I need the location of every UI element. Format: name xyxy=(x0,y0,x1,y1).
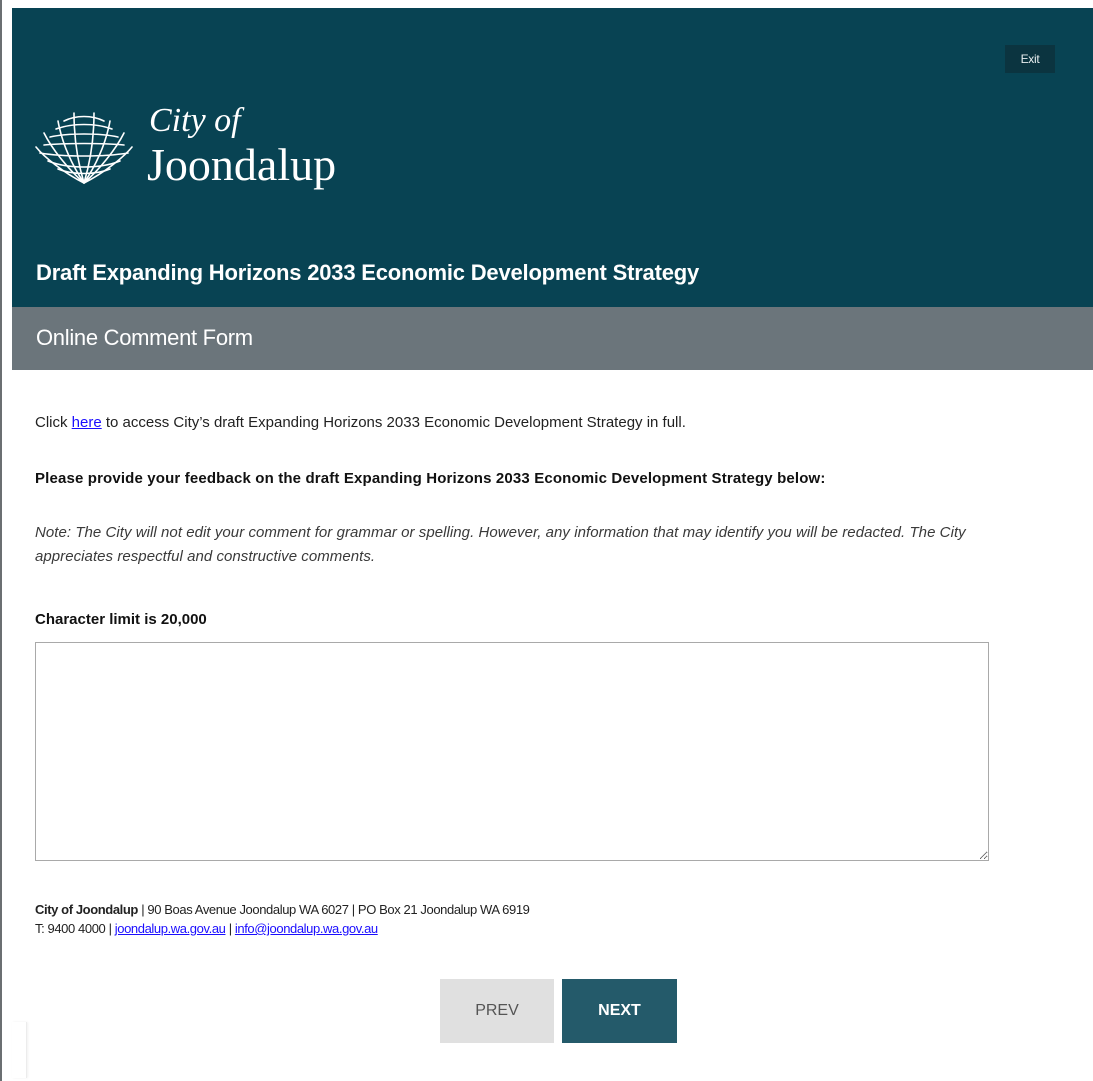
footer-separator: | xyxy=(225,921,235,936)
logo-text-city-of: City of xyxy=(149,102,241,139)
footer-address-line: City of Joondalup | 90 Boas Avenue Joond… xyxy=(35,900,530,919)
header: Exit City of Joondalup Draft Expanding H… xyxy=(12,8,1093,307)
strategy-document-link[interactable]: here xyxy=(72,414,102,431)
page: Exit City of Joondalup Draft Expanding H… xyxy=(0,0,1093,1081)
intro-text: Click here to access City’s draft Expand… xyxy=(35,414,686,431)
footer-contact-line: T: 9400 4000 | joondalup.wa.gov.au | inf… xyxy=(35,919,530,938)
intro-prefix: Click xyxy=(35,414,72,431)
prev-button[interactable]: PREV xyxy=(440,979,554,1043)
comment-textarea[interactable] xyxy=(35,642,989,861)
intro-suffix: to access City’s draft Expanding Horizon… xyxy=(101,414,686,431)
feedback-question: Please provide your feedback on the draf… xyxy=(35,470,826,487)
footer: City of Joondalup | 90 Boas Avenue Joond… xyxy=(35,900,530,938)
footer-phone: T: 9400 4000 | xyxy=(35,921,115,936)
exit-button[interactable]: Exit xyxy=(1005,45,1055,73)
footer-website-link[interactable]: joondalup.wa.gov.au xyxy=(115,921,226,936)
joondalup-leaf-logo-icon xyxy=(35,112,133,184)
side-scroll-handle xyxy=(12,1022,27,1078)
moderation-note: Note: The City will not edit your commen… xyxy=(35,524,966,565)
footer-org-name: City of Joondalup xyxy=(35,902,138,917)
city-logo[interactable]: City of Joondalup xyxy=(34,101,394,201)
character-limit-label: Character limit is 20,000 xyxy=(35,611,207,628)
form-title: Online Comment Form xyxy=(36,325,253,350)
footer-address: | 90 Boas Avenue Joondalup WA 6027 | PO … xyxy=(137,902,530,917)
subheader: Online Comment Form xyxy=(12,307,1093,370)
footer-email-link[interactable]: info@joondalup.wa.gov.au xyxy=(235,921,378,936)
next-button[interactable]: NEXT xyxy=(562,979,677,1043)
logo-text-joondalup: Joondalup xyxy=(147,139,337,190)
page-title: Draft Expanding Horizons 2033 Economic D… xyxy=(36,260,700,285)
